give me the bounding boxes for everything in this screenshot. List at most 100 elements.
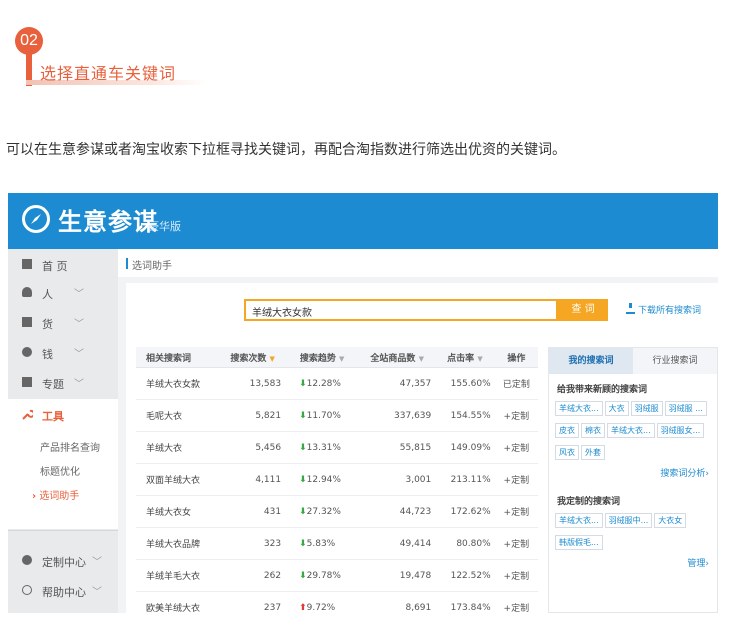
customize-button[interactable]: +定制	[494, 399, 538, 432]
search-term-chip[interactable]: 羽绒服	[630, 401, 663, 416]
search-count-cell: 431	[220, 495, 286, 528]
search-button[interactable]: 查 词	[558, 299, 608, 321]
col-ctr[interactable]: 点击率 ▼	[435, 347, 495, 368]
search-term-chip[interactable]: 皮衣	[555, 423, 579, 438]
search-term-chip[interactable]: 棉衣	[581, 423, 605, 438]
trend-down-icon: ⬇	[299, 378, 307, 389]
sidebar-item-help-center[interactable]: 帮助中心 ﹀	[8, 575, 118, 607]
trend-down-icon: ⬇	[299, 538, 307, 549]
sidebar-subitem-keyword-helper[interactable]: › 选词助手	[8, 481, 118, 505]
keyword-cell[interactable]: 双面羊绒大衣	[136, 463, 221, 496]
keyword-cell[interactable]: 羊绒大衣品牌	[136, 527, 221, 560]
sidebar-item-topic[interactable]: 专题 ﹀	[8, 367, 118, 399]
trend-down-icon: ⬇	[299, 442, 307, 453]
trend-cell: ⬇12.28%	[285, 367, 360, 400]
search-term-chip[interactable]: 风衣	[555, 445, 579, 460]
customize-button[interactable]: +定制	[494, 591, 538, 613]
search-box[interactable]	[244, 299, 558, 321]
ctr-cell: 122.52%	[435, 559, 495, 592]
sidebar-subitem-rank-query[interactable]: 产品排名查询	[8, 433, 118, 457]
sidebar-item-tools[interactable]: 工具	[8, 399, 118, 431]
brand-name: 生意参谋	[58, 208, 158, 236]
sidebar-subitem-title-optimize[interactable]: 标题优化	[8, 457, 118, 481]
ctr-cell: 173.84%	[435, 591, 495, 613]
search-term-chip[interactable]: 羽绒服 ...	[664, 401, 707, 416]
search-count-cell: 5,456	[220, 431, 286, 464]
table-header-row: 相关搜索词 搜索次数 ▼ 搜索趋势 ▼ 全站商品数 ▼ 点击率 ▼ 操作	[136, 347, 538, 368]
col-keyword[interactable]: 相关搜索词	[136, 347, 221, 368]
keyword-cell[interactable]: 毛呢大衣	[136, 399, 221, 432]
tab-industry-search-terms[interactable]: 行业搜索词	[633, 348, 717, 374]
download-icon	[626, 303, 635, 314]
new-customer-terms-heading: 给我带来新顾的搜索词	[557, 385, 648, 395]
table-row: 羊绒羊毛大衣 262 ⬇29.78% 19,478 122.52% +定制	[136, 559, 538, 592]
tab-my-search-terms[interactable]: 我的搜索词	[549, 348, 633, 374]
customize-button[interactable]: 已定制	[494, 367, 538, 400]
manage-link[interactable]: 管理›	[687, 556, 709, 569]
download-all-link[interactable]: 下载所有搜索词	[626, 303, 701, 316]
trend-cell: ⬇11.70%	[285, 399, 360, 432]
trend-cell: ⬆9.72%	[285, 591, 360, 613]
customize-button[interactable]: +定制	[494, 463, 538, 496]
search-input[interactable]	[246, 302, 558, 321]
chevron-down-icon: ﹀	[92, 587, 102, 598]
sidebar-item-money[interactable]: 钱 ﹀	[8, 337, 118, 369]
search-terms-panel: 我的搜索词 行业搜索词 给我带来新顾的搜索词 羊绒大衣... 大衣 羽绒服 羽绒服 .…	[548, 347, 718, 613]
search-terms-tabs: 我的搜索词 行业搜索词	[549, 348, 717, 374]
col-goods-count[interactable]: 全站商品数 ▼	[359, 347, 436, 368]
sort-icon: ▼	[477, 354, 483, 363]
section-number-badge: 02	[15, 27, 43, 55]
keyword-cell[interactable]: 羊绒大衣	[136, 431, 221, 464]
sort-icon: ▼	[269, 354, 275, 363]
keyword-cell[interactable]: 羊绒大衣女款	[136, 367, 221, 400]
search-count-cell: 262	[220, 559, 286, 592]
gear-icon	[22, 555, 32, 565]
table-row: 欧美羊绒大衣 237 ⬆9.72% 8,691 173.84% +定制	[136, 591, 538, 613]
search-term-chip[interactable]: 羽绒服女...	[656, 423, 705, 438]
search-term-chip[interactable]: 大衣	[604, 401, 629, 416]
keyword-cell[interactable]: 欧美羊绒大衣	[136, 591, 221, 613]
table-row: 双面羊绒大衣 4,111 ⬇12.94% 3,001 213.11% +定制	[136, 463, 538, 496]
keyword-cell[interactable]: 羊绒大衣女	[136, 495, 221, 528]
chevron-down-icon: ﹀	[74, 349, 84, 360]
sidebar-item-custom-center[interactable]: 定制中心 ﹀	[8, 545, 118, 577]
help-icon	[22, 585, 32, 595]
search-term-chip[interactable]: 羽绒服中...	[604, 513, 653, 528]
sort-icon: ▼	[339, 354, 345, 363]
custom-terms-chips: 羊绒大衣... 羽绒服中... 大衣女韩版假毛...	[555, 508, 715, 552]
customize-button[interactable]: +定制	[494, 495, 538, 528]
search-count-cell: 5,821	[220, 399, 286, 432]
trend-cell: ⬇27.32%	[285, 495, 360, 528]
main-area: 选词助手 查 词 下载所有搜索词 相关搜索词 搜索次数 ▼ 搜索趋势 ▼ 全站商…	[118, 249, 718, 613]
goods-count-cell: 47,357	[359, 367, 436, 400]
table-row: 毛呢大衣 5,821 ⬇11.70% 337,639 154.55% +定制	[136, 399, 538, 432]
search-term-chip[interactable]: 羊绒大衣...	[607, 423, 655, 438]
customize-button[interactable]: +定制	[494, 527, 538, 560]
breadcrumb-text: 选词助手	[132, 261, 172, 272]
col-trend[interactable]: 搜索趋势 ▼	[285, 347, 360, 368]
search-term-chip[interactable]: 韩版假毛...	[555, 535, 603, 550]
keyword-cell[interactable]: 羊绒羊毛大衣	[136, 559, 221, 592]
topic-icon	[22, 377, 32, 387]
custom-terms-heading: 我定制的搜索词	[557, 497, 621, 507]
sidebar-item-people[interactable]: 人 ﹀	[8, 277, 118, 309]
customize-button[interactable]: +定制	[494, 431, 538, 464]
search-term-chip[interactable]: 外套	[581, 445, 605, 460]
trend-down-icon: ⬇	[299, 410, 307, 421]
trend-up-icon: ⬆	[299, 602, 307, 613]
col-search-count[interactable]: 搜索次数 ▼	[220, 347, 286, 368]
breadcrumb: 选词助手	[118, 249, 718, 277]
table-row: 羊绒大衣女 431 ⬇27.32% 44,723 172.62% +定制	[136, 495, 538, 528]
customize-button[interactable]: +定制	[494, 559, 538, 592]
trend-down-icon: ⬇	[299, 474, 307, 485]
home-icon	[22, 259, 32, 269]
ctr-cell: 149.09%	[435, 431, 495, 464]
search-count-cell: 13,583	[220, 367, 286, 400]
goods-icon	[22, 317, 32, 327]
app-window: 生意参谋 豪华版 首 页 人 ﹀ 货 ﹀ 钱 ﹀ 专题 ﹀ 工具 产品排名查询 …	[8, 193, 718, 613]
search-term-chip[interactable]: 羊绒大衣...	[555, 401, 603, 416]
search-term-chip[interactable]: 羊绒大衣...	[555, 513, 603, 528]
search-term-chip[interactable]: 大衣女	[654, 513, 687, 528]
sidebar-item-goods[interactable]: 货 ﹀	[8, 307, 118, 339]
term-analysis-link[interactable]: 搜索词分析›	[660, 466, 709, 479]
